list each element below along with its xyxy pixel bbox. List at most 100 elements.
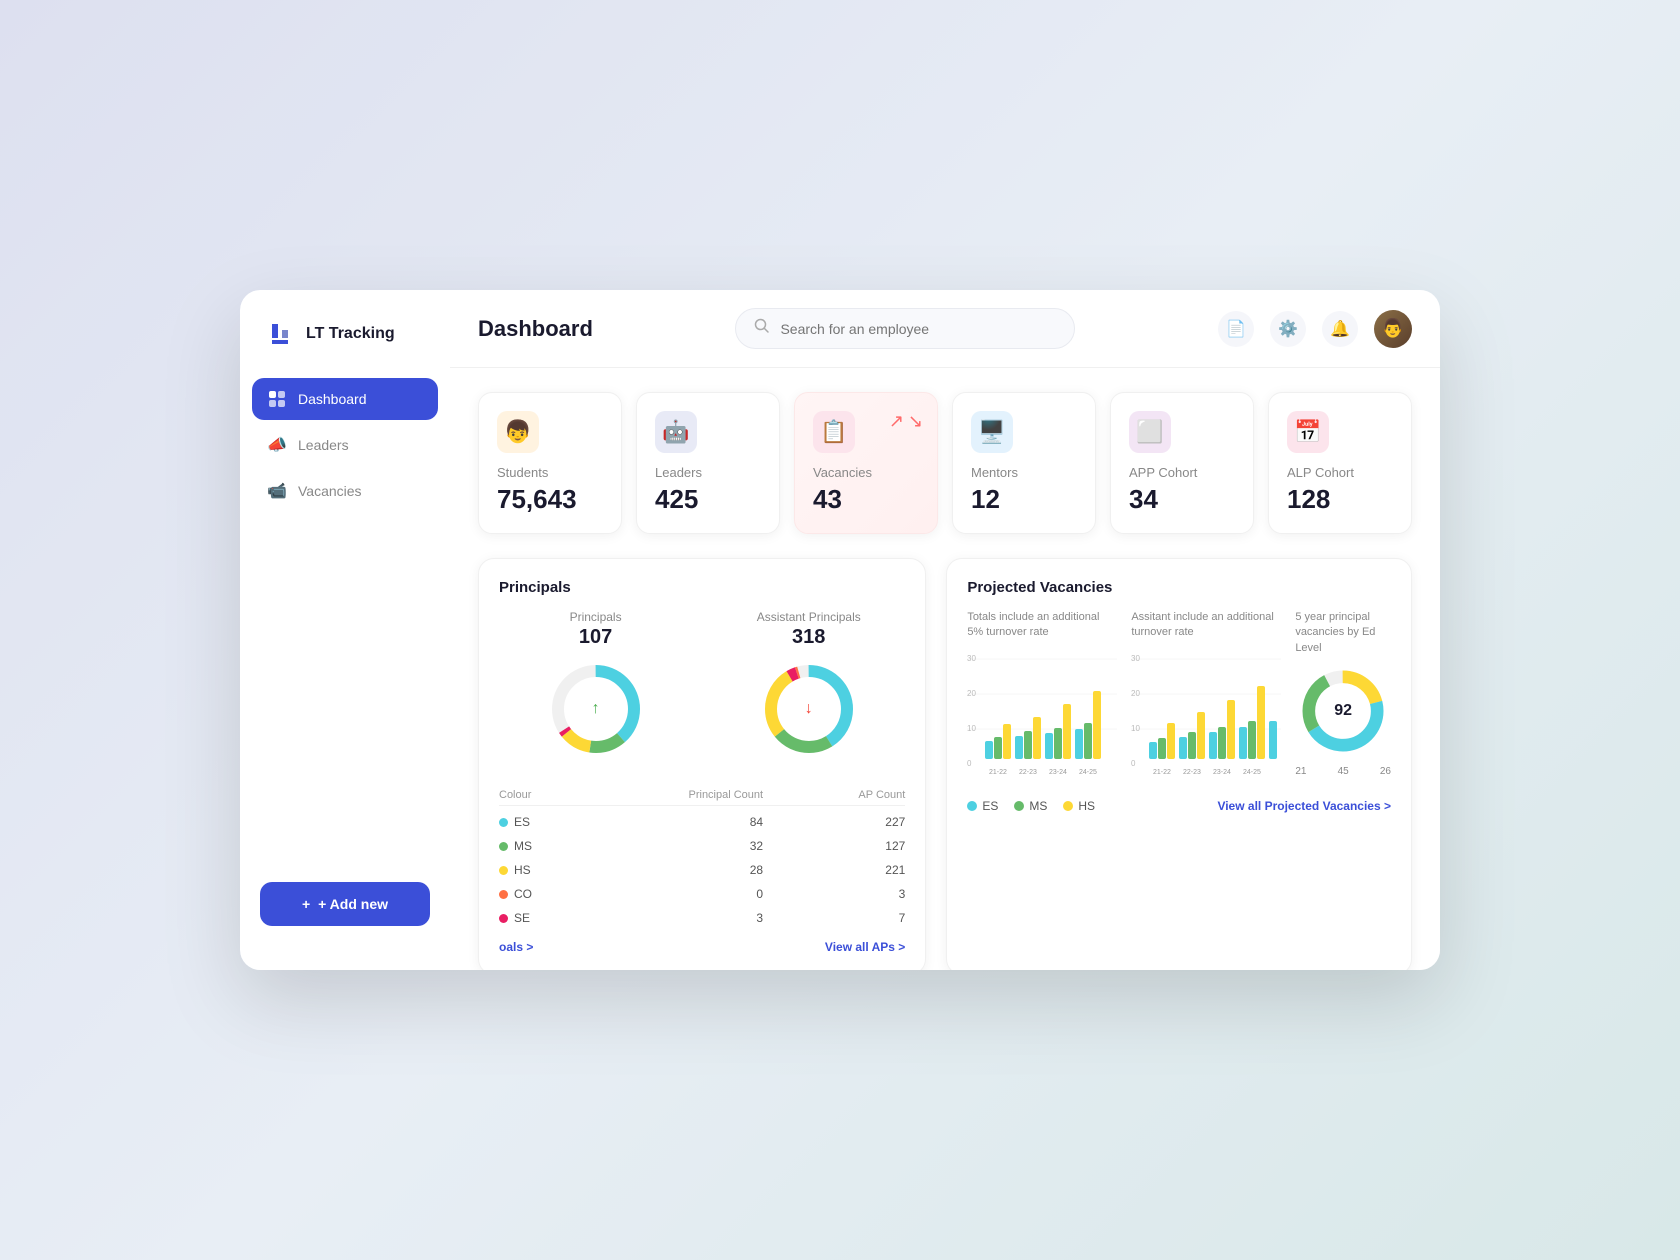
dashboard-body: 👦 Students 75,643 🤖 Leaders 425 📋 ↗ ↘ Va… [450, 368, 1440, 970]
leaders-card-label: Leaders [655, 465, 761, 480]
principals-sub: Principals 107 [499, 610, 692, 769]
sidebar-item-vacancies[interactable]: 📹 Vacancies [252, 470, 438, 512]
projected-panel: Projected Vacancies Totals include an ad… [946, 558, 1412, 970]
mentors-label: Mentors [971, 465, 1077, 480]
svg-text:10: 10 [967, 724, 976, 733]
sidebar-item-leaders-label: Leaders [298, 437, 349, 453]
ap-sub-label: Assistant Principals [712, 610, 905, 624]
leaders-card-icon: 🤖 [655, 411, 697, 453]
alp-cohort-label: ALP Cohort [1287, 465, 1393, 480]
vacancies-card-icon: 📋 [813, 411, 855, 453]
search-bar[interactable] [735, 308, 1075, 349]
row-ms-color: MS [499, 839, 621, 853]
add-new-button[interactable]: + + Add new [260, 882, 430, 926]
avatar-emoji: 👨 [1382, 318, 1404, 339]
alp-cohort-card: 📅 ALP Cohort 128 [1268, 392, 1412, 534]
leaders-card: 🤖 Leaders 425 [636, 392, 780, 534]
students-value: 75,643 [497, 484, 603, 515]
view-aps-link[interactable]: View all APs > [825, 940, 905, 954]
legend-label-hs: HS [1078, 799, 1095, 813]
view-all-projected-label[interactable]: View all Projected Vacancies > [1217, 799, 1391, 813]
legend-dot-hs [1063, 801, 1073, 811]
app-cohort-card: ⬜ APP Cohort 34 [1110, 392, 1254, 534]
students-card: 👦 Students 75,643 [478, 392, 622, 534]
label-co: CO [514, 887, 532, 901]
header: Dashboard 📄 ⚙️ 🔔 [450, 290, 1440, 368]
students-label: Students [497, 465, 603, 480]
students-icon: 👦 [497, 411, 539, 453]
projected-grid: Totals include an additional 5% turnover… [967, 610, 1391, 789]
alp-cohort-icon: 📅 [1287, 411, 1329, 453]
principals-donut: ↑ [546, 659, 646, 759]
col-header-color: Colour [499, 789, 621, 801]
view-principals-link[interactable]: oals > [499, 940, 533, 954]
svg-text:22-23: 22-23 [1019, 769, 1037, 776]
sidebar-item-dashboard-label: Dashboard [298, 391, 367, 407]
row-ms-ap: 127 [763, 839, 905, 853]
mentors-card: 🖥️ Mentors 12 [952, 392, 1096, 534]
segment-label-21: 21 [1295, 766, 1306, 777]
projected-panel-title: Projected Vacancies [967, 579, 1391, 596]
row-se-color: SE [499, 911, 621, 925]
table-header: Colour Principal Count AP Count [499, 785, 905, 806]
proj-chart-3: 5 year principal vacancies by Ed Level [1295, 610, 1391, 789]
svg-text:23-24: 23-24 [1049, 769, 1067, 776]
settings-button[interactable]: ⚙️ [1270, 311, 1306, 347]
label-hs: HS [514, 863, 531, 877]
svg-text:23-24: 23-24 [1213, 769, 1231, 776]
document-button[interactable]: 📄 [1218, 311, 1254, 347]
dashboard-icon [268, 390, 286, 408]
principals-top: Principals 107 [499, 610, 905, 769]
arrow-down-icon: ↘ [908, 411, 923, 432]
table-row-hs: HS 28 221 [499, 858, 905, 882]
page-title: Dashboard [478, 316, 593, 342]
row-co-principal: 0 [621, 887, 763, 901]
legend-label-ms: MS [1029, 799, 1047, 813]
principals-panel-title: Principals [499, 579, 905, 596]
table-row-es: ES 84 227 [499, 810, 905, 834]
row-es-principal: 84 [621, 815, 763, 829]
search-icon [754, 318, 770, 339]
sidebar-item-leaders[interactable]: 📣 Leaders [252, 424, 438, 466]
label-es: ES [514, 815, 530, 829]
bar-chart-2: 30 20 10 0 [1131, 649, 1281, 789]
donut-segment-labels: 21 45 26 [1295, 766, 1391, 777]
bell-icon: 🔔 [1330, 319, 1350, 339]
svg-text:20: 20 [1131, 689, 1140, 698]
sidebar-item-dashboard[interactable]: Dashboard [252, 378, 438, 420]
row-es-color: ES [499, 815, 621, 829]
svg-text:10: 10 [1131, 724, 1140, 733]
view-all-projected[interactable]: View all Projected Vacancies > [1217, 799, 1391, 813]
table-row-ms: MS 32 127 [499, 834, 905, 858]
arrow-up-icon: ↗ [889, 411, 904, 432]
logo-area: LT Tracking [240, 318, 450, 378]
dot-hs [499, 866, 508, 875]
svg-text:20: 20 [967, 689, 976, 698]
proj-chart-1-title: Totals include an additional 5% turnover… [967, 610, 1117, 641]
vacancies-arrows: ↗ ↘ [889, 411, 923, 432]
row-co-color: CO [499, 887, 621, 901]
lower-panels: Principals Principals 107 [478, 558, 1412, 970]
user-avatar[interactable]: 👨 [1374, 310, 1412, 348]
add-new-plus-icon: + [302, 896, 310, 912]
ap-donut: ↓ [759, 659, 859, 759]
proj-chart-1: Totals include an additional 5% turnover… [967, 610, 1117, 789]
svg-text:0: 0 [1131, 759, 1136, 768]
notifications-button[interactable]: 🔔 [1322, 311, 1358, 347]
svg-text:30: 30 [1131, 654, 1140, 663]
legend-es: ES [967, 799, 998, 813]
svg-text:22-23: 22-23 [1183, 769, 1201, 776]
alp-cohort-value: 128 [1287, 484, 1393, 515]
nav-items: Dashboard 📣 Leaders 📹 Vacancies [240, 378, 450, 866]
principals-panel: Principals Principals 107 [478, 558, 926, 970]
row-se-ap: 7 [763, 911, 905, 925]
principals-sub-value: 107 [499, 626, 692, 649]
search-input[interactable] [780, 321, 1056, 337]
table-footer: oals > View all APs > [499, 930, 905, 954]
proj-chart-3-title: 5 year principal vacancies by Ed Level [1295, 610, 1391, 656]
svg-text:21-22: 21-22 [1153, 769, 1171, 776]
table-row-co: CO 0 3 [499, 882, 905, 906]
svg-text:24-25: 24-25 [1079, 769, 1097, 776]
row-se-principal: 3 [621, 911, 763, 925]
vacancies-label: Vacancies [813, 465, 919, 480]
